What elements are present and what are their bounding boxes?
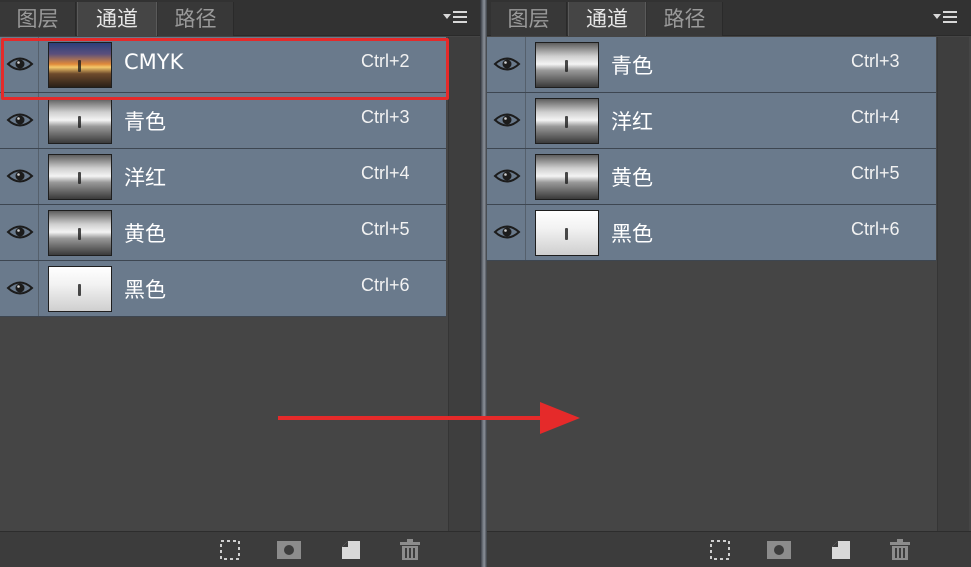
channel-row[interactable]: 洋红 Ctrl+4 [487,93,936,149]
channel-row[interactable]: 黄色 Ctrl+5 [487,149,936,205]
tab-layers[interactable]: 图层 [0,2,76,36]
tab-layers[interactable]: 图层 [491,2,567,36]
new-channel-icon[interactable] [828,539,854,561]
eye-visibility-icon[interactable] [6,277,34,299]
eye-visibility-icon[interactable] [493,53,521,75]
row-divider [38,93,39,148]
channel-shortcut: Ctrl+3 [361,107,410,127]
channel-shortcut: Ctrl+3 [851,51,900,71]
row-divider [525,37,526,92]
channel-row[interactable]: 洋红 Ctrl+4 [0,149,446,205]
channel-shortcut: Ctrl+4 [851,107,900,127]
new-channel-icon[interactable] [338,539,364,561]
eye-visibility-icon[interactable] [493,221,521,243]
channel-name: 洋红 [124,166,166,190]
panel-footer [0,531,480,567]
eye-visibility-icon[interactable] [493,109,521,131]
channel-thumbnail [535,154,599,200]
channel-row[interactable]: 黄色 Ctrl+5 [0,205,446,261]
row-divider [38,205,39,260]
channel-shortcut: Ctrl+5 [851,163,900,183]
channel-name: 黑色 [611,222,653,246]
eye-visibility-icon[interactable] [6,221,34,243]
load-selection-icon[interactable] [218,539,244,561]
channel-thumbnail [535,42,599,88]
channel-row[interactable]: 青色 Ctrl+3 [487,37,936,93]
channel-name: 黑色 [124,278,166,302]
channel-name: 青色 [124,110,166,134]
scrollbar[interactable] [937,37,969,531]
delete-channel-icon[interactable] [887,539,913,561]
annotation-highlight-box [1,38,449,100]
eye-visibility-icon[interactable] [6,165,34,187]
save-selection-mask-icon[interactable] [766,539,792,561]
channels-panel-right: 图层 通道 路径 青色 Ctrl+3 洋红 Ctrl+4 黄色 Ctrl+5 黑色 Ctrl+… [487,0,971,567]
delete-channel-icon[interactable] [397,539,423,561]
channel-name: 黄色 [611,166,653,190]
channel-thumbnail [535,210,599,256]
channel-shortcut: Ctrl+4 [361,163,410,183]
tab-paths[interactable]: 路径 [647,2,723,36]
eye-visibility-icon[interactable] [6,109,34,131]
channel-thumbnail [535,98,599,144]
save-selection-mask-icon[interactable] [276,539,302,561]
channel-shortcut: Ctrl+6 [851,219,900,239]
channel-thumbnail [48,266,112,312]
tab-paths[interactable]: 路径 [158,2,234,36]
panel-divider [480,0,487,567]
tab-channels[interactable]: 通道 [568,2,646,36]
channel-shortcut: Ctrl+6 [361,275,410,295]
channel-name: 洋红 [611,110,653,134]
panel-tab-bar: 图层 通道 路径 [487,0,971,36]
channel-thumbnail [48,210,112,256]
channel-row[interactable]: 青色 Ctrl+3 [0,93,446,149]
row-divider [525,149,526,204]
panel-menu-icon[interactable] [931,8,959,26]
channel-name: 黄色 [124,222,166,246]
channel-thumbnail [48,154,112,200]
panel-tab-bar: 图层 通道 路径 [0,0,480,36]
channel-name: 青色 [611,54,653,78]
channel-thumbnail [48,98,112,144]
channel-row[interactable]: 黑色 Ctrl+6 [487,205,936,261]
load-selection-icon[interactable] [708,539,734,561]
panel-footer [487,531,971,567]
panel-menu-icon[interactable] [441,8,469,26]
row-divider [38,261,39,316]
tab-channels[interactable]: 通道 [77,2,157,36]
row-divider [38,149,39,204]
eye-visibility-icon[interactable] [493,165,521,187]
row-divider [525,205,526,260]
scrollbar[interactable] [448,37,480,531]
row-divider [525,93,526,148]
channel-row[interactable]: 黑色 Ctrl+6 [0,261,446,317]
channel-shortcut: Ctrl+5 [361,219,410,239]
